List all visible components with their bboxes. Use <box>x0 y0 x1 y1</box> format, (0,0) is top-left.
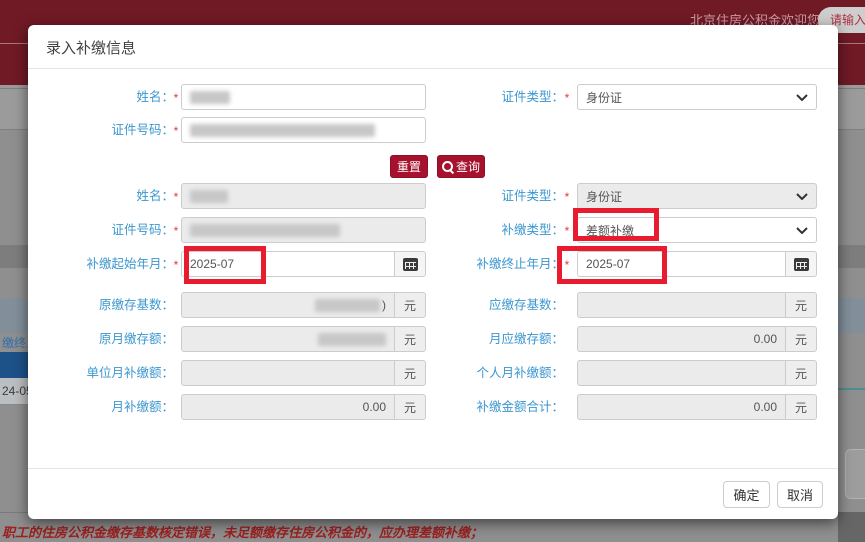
monthly-due-field: 0.00 元 <box>577 326 817 352</box>
masked-name-value <box>190 91 230 104</box>
amount-value: 0.00 <box>754 332 777 346</box>
required-marker: * <box>562 217 572 245</box>
masked-name-value <box>190 190 228 203</box>
required-marker: * <box>562 183 572 211</box>
highlight-box-repay-type <box>573 208 659 241</box>
orig-base-label: 原缴存基数： <box>28 292 174 318</box>
start-month-label: 补缴起始年月： <box>28 251 174 277</box>
dialog-footer-divider <box>28 468 838 469</box>
background-side-button <box>845 449 865 499</box>
required-marker: * <box>171 84 181 112</box>
required-marker: * <box>171 217 181 245</box>
highlight-box-end-month <box>557 246 667 284</box>
query-id-type-select[interactable]: 身份证 <box>577 84 817 110</box>
policy-note-text: 职工的住房公积金缴存基数核定错误，未足额缴存住房公积金的，应办理差额补缴； <box>2 522 483 541</box>
monthly-repay-label: 月补缴额： <box>28 394 174 420</box>
due-base-field: 元 <box>577 292 817 318</box>
background-footer-band <box>838 512 865 542</box>
detail-id-type-value: 身份证 <box>586 188 622 205</box>
search-button[interactable]: 查询 <box>437 155 485 178</box>
background-table-header-row <box>0 352 30 378</box>
unit-addon: 元 <box>785 292 817 318</box>
search-button-label: 查询 <box>456 158 480 175</box>
detail-id-type-select[interactable]: 身份证 <box>577 183 817 209</box>
calendar-icon <box>794 258 809 271</box>
unit-addon: 元 <box>785 326 817 352</box>
orig-monthly-label: 原月缴存额： <box>28 326 174 352</box>
chevron-down-icon <box>796 94 808 101</box>
chevron-down-icon <box>796 227 808 234</box>
query-id-type-value: 身份证 <box>586 89 622 106</box>
dialog-title: 录入补缴信息 <box>46 37 136 58</box>
repay-total-field: 0.00 元 <box>577 394 817 420</box>
detail-id-type-label: 证件类型： <box>348 183 564 209</box>
repay-type-label: 补缴类型： <box>348 217 564 243</box>
detail-id-number-label: 证件号码： <box>28 217 174 243</box>
end-month-label: 补缴终止年月： <box>348 251 564 277</box>
personal-monthly-repay-label: 个人月补缴额： <box>348 360 564 386</box>
due-base-label: 应缴存基数： <box>348 292 564 318</box>
required-marker: * <box>171 251 181 279</box>
masked-id-number-value <box>190 124 375 137</box>
cancel-button[interactable]: 取消 <box>777 481 823 508</box>
personal-monthly-repay-field: 元 <box>577 360 817 386</box>
unit-addon: 元 <box>785 360 817 386</box>
end-month-datepicker-button[interactable] <box>785 251 817 277</box>
repay-total-label: 补缴金额合计： <box>348 394 564 420</box>
confirm-button-label: 确定 <box>733 485 759 504</box>
query-id-type-label: 证件类型： <box>348 84 564 110</box>
required-marker: * <box>171 183 181 211</box>
unit-monthly-repay-label: 单位月补缴额： <box>28 360 174 386</box>
highlight-box-start-month <box>184 246 266 284</box>
search-icon <box>442 161 453 172</box>
query-name-label: 姓名： <box>28 84 174 110</box>
query-id-number-input[interactable] <box>181 117 426 143</box>
confirm-button[interactable]: 确定 <box>723 481 770 508</box>
reset-button-label: 重置 <box>397 158 421 175</box>
chevron-down-icon <box>796 193 808 200</box>
unit-addon: 元 <box>785 394 817 420</box>
required-marker: * <box>562 84 572 112</box>
detail-name-label: 姓名： <box>28 183 174 209</box>
monthly-due-label: 月应缴存额： <box>348 326 564 352</box>
dialog-header-divider <box>28 68 838 69</box>
amount-value: 0.00 <box>754 400 777 414</box>
cancel-button-label: 取消 <box>787 485 813 504</box>
reset-button[interactable]: 重置 <box>390 155 428 178</box>
required-marker: * <box>171 117 181 145</box>
masked-id-number-value <box>190 224 340 237</box>
enter-repayment-info-dialog: 录入补缴信息 姓名： * 证件类型： * 身份证 证件号码： * 重置 查询 <box>28 25 838 519</box>
screen: 北京住房公积金欢迎您 请输入关 缴终止 24-05 职工的住房公积金缴存基数核定… <box>0 0 865 542</box>
background-line <box>0 404 30 405</box>
query-id-number-label: 证件号码： <box>28 117 174 143</box>
